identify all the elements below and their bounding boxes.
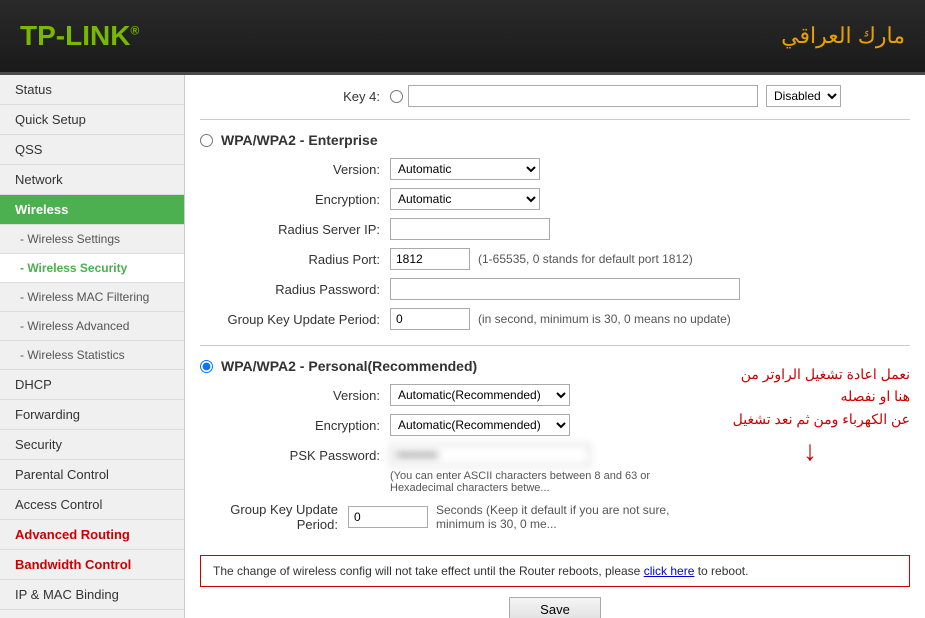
enterprise-group-key-input[interactable] bbox=[390, 308, 470, 330]
personal-group-key-row: Group Key Update Period: Seconds (Keep i… bbox=[200, 502, 710, 532]
sidebar-item-status[interactable]: Status bbox=[0, 75, 184, 105]
enterprise-version-row: Version: Automatic bbox=[200, 158, 910, 180]
radius-ip-input[interactable] bbox=[390, 218, 550, 240]
personal-group-key-input[interactable] bbox=[348, 506, 428, 528]
warning-text: The change of wireless config will not t… bbox=[213, 564, 644, 578]
enterprise-version-select[interactable]: Automatic bbox=[390, 158, 540, 180]
divider-1 bbox=[200, 119, 910, 120]
arabic-brand: مارك العراقي bbox=[781, 23, 905, 49]
sidebar-item-network[interactable]: Network bbox=[0, 165, 184, 195]
sidebar-item-quick-setup[interactable]: Quick Setup bbox=[0, 105, 184, 135]
sidebar-item-dhcp[interactable]: DHCP bbox=[0, 370, 184, 400]
psk-password-input[interactable] bbox=[390, 444, 590, 466]
enterprise-encryption-row: Encryption: Automatic bbox=[200, 188, 910, 210]
key4-input[interactable] bbox=[408, 85, 758, 107]
reboot-link[interactable]: click here bbox=[644, 564, 695, 578]
logo: TP-LINK® bbox=[20, 20, 139, 52]
radius-ip-row: Radius Server IP: bbox=[200, 218, 910, 240]
key4-radio[interactable] bbox=[390, 90, 403, 103]
key4-row: Key 4: Disabled bbox=[200, 85, 910, 107]
radius-port-note: (1-65535, 0 stands for default port 1812… bbox=[478, 252, 693, 266]
personal-encryption-label: Encryption: bbox=[200, 418, 390, 433]
psk-note-row: (You can enter ASCII characters between … bbox=[390, 470, 710, 494]
logo-trademark: ® bbox=[130, 24, 139, 38]
sidebar-item-wireless[interactable]: Wireless bbox=[0, 195, 184, 225]
psk-password-label: PSK Password: bbox=[200, 448, 390, 463]
enterprise-encryption-select[interactable]: Automatic bbox=[390, 188, 540, 210]
header: TP-LINK® مارك العراقي bbox=[0, 0, 925, 75]
radius-password-row: Radius Password: bbox=[200, 278, 910, 300]
personal-version-label: Version: bbox=[200, 388, 390, 403]
radius-port-label: Radius Port: bbox=[200, 252, 390, 267]
down-arrow: ↓ bbox=[710, 435, 910, 467]
radius-port-input[interactable] bbox=[390, 248, 470, 270]
main-content: Key 4: Disabled WPA/WPA2 - Enterprise Ve… bbox=[185, 75, 925, 618]
arabic-annotation-line1: نعمل اعادة تشغيل الراوتر من هنا او نفصله bbox=[730, 363, 910, 408]
radius-password-label: Radius Password: bbox=[200, 282, 390, 297]
sidebar-item-bandwidth-control[interactable]: Bandwidth Control bbox=[0, 550, 184, 580]
personal-encryption-row: Encryption: Automatic(Recommended) bbox=[200, 414, 710, 436]
personal-group-key-note: Seconds (Keep it default if you are not … bbox=[436, 503, 710, 531]
sidebar-item-security[interactable]: Security bbox=[0, 430, 184, 460]
sidebar-item-wireless-security[interactable]: - Wireless Security bbox=[0, 254, 184, 283]
wpa-enterprise-section: WPA/WPA2 - Enterprise Version: Automatic… bbox=[200, 132, 910, 330]
sidebar-item-advanced-routing[interactable]: Advanced Routing bbox=[0, 520, 184, 550]
sidebar-item-dynamic-dns[interactable]: Dynamic DNS bbox=[0, 610, 184, 618]
radius-password-input[interactable] bbox=[390, 278, 740, 300]
enterprise-encryption-label: Encryption: bbox=[200, 192, 390, 207]
enterprise-group-key-note: (in second, minimum is 30, 0 means no up… bbox=[478, 312, 731, 326]
wpa-enterprise-title: WPA/WPA2 - Enterprise bbox=[200, 132, 910, 148]
wpa-personal-title: WPA/WPA2 - Personal(Recommended) bbox=[200, 358, 710, 374]
sidebar-item-qss[interactable]: QSS bbox=[0, 135, 184, 165]
key4-label: Key 4: bbox=[200, 89, 390, 104]
radius-ip-label: Radius Server IP: bbox=[200, 222, 390, 237]
arabic-annotation: نعمل اعادة تشغيل الراوتر من هنا او نفصله… bbox=[710, 358, 910, 467]
key4-disabled-select[interactable]: Disabled bbox=[766, 85, 841, 107]
sidebar-item-parental-control[interactable]: Parental Control bbox=[0, 460, 184, 490]
wpa-enterprise-radio[interactable] bbox=[200, 134, 213, 147]
warning-text-end: to reboot. bbox=[694, 564, 748, 578]
personal-version-select[interactable]: Automatic(Recommended) bbox=[390, 384, 570, 406]
logo-text: TP-LINK bbox=[20, 20, 130, 51]
main-layout: Status Quick Setup QSS Network Wireless … bbox=[0, 75, 925, 618]
warning-box: The change of wireless config will not t… bbox=[200, 555, 910, 587]
personal-group-key-label: Group Key Update Period: bbox=[200, 502, 348, 532]
psk-note: (You can enter ASCII characters between … bbox=[390, 470, 710, 494]
radius-port-row: Radius Port: (1-65535, 0 stands for defa… bbox=[200, 248, 910, 270]
wpa-personal-section: WPA/WPA2 - Personal(Recommended) Version… bbox=[200, 358, 910, 540]
sidebar-item-wireless-mac-filtering[interactable]: - Wireless MAC Filtering bbox=[0, 283, 184, 312]
sidebar-item-access-control[interactable]: Access Control bbox=[0, 490, 184, 520]
sidebar-item-wireless-statistics[interactable]: - Wireless Statistics bbox=[0, 341, 184, 370]
arabic-annotation-line2: عن الكهرباء ومن ثم نعد تشغيل bbox=[730, 408, 910, 430]
enterprise-version-label: Version: bbox=[200, 162, 390, 177]
personal-version-row: Version: Automatic(Recommended) bbox=[200, 384, 710, 406]
save-button[interactable]: Save bbox=[509, 597, 601, 618]
sidebar: Status Quick Setup QSS Network Wireless … bbox=[0, 75, 185, 618]
wpa-personal-radio[interactable] bbox=[200, 360, 213, 373]
personal-encryption-select[interactable]: Automatic(Recommended) bbox=[390, 414, 570, 436]
psk-password-row: PSK Password: bbox=[200, 444, 710, 466]
sidebar-item-ip-mac-binding[interactable]: IP & MAC Binding bbox=[0, 580, 184, 610]
sidebar-item-wireless-settings[interactable]: - Wireless Settings bbox=[0, 225, 184, 254]
sidebar-item-forwarding[interactable]: Forwarding bbox=[0, 400, 184, 430]
enterprise-group-key-label: Group Key Update Period: bbox=[200, 312, 390, 327]
sidebar-item-wireless-advanced[interactable]: - Wireless Advanced bbox=[0, 312, 184, 341]
enterprise-group-key-row: Group Key Update Period: (in second, min… bbox=[200, 308, 910, 330]
divider-2 bbox=[200, 345, 910, 346]
save-section: Save bbox=[200, 597, 910, 618]
